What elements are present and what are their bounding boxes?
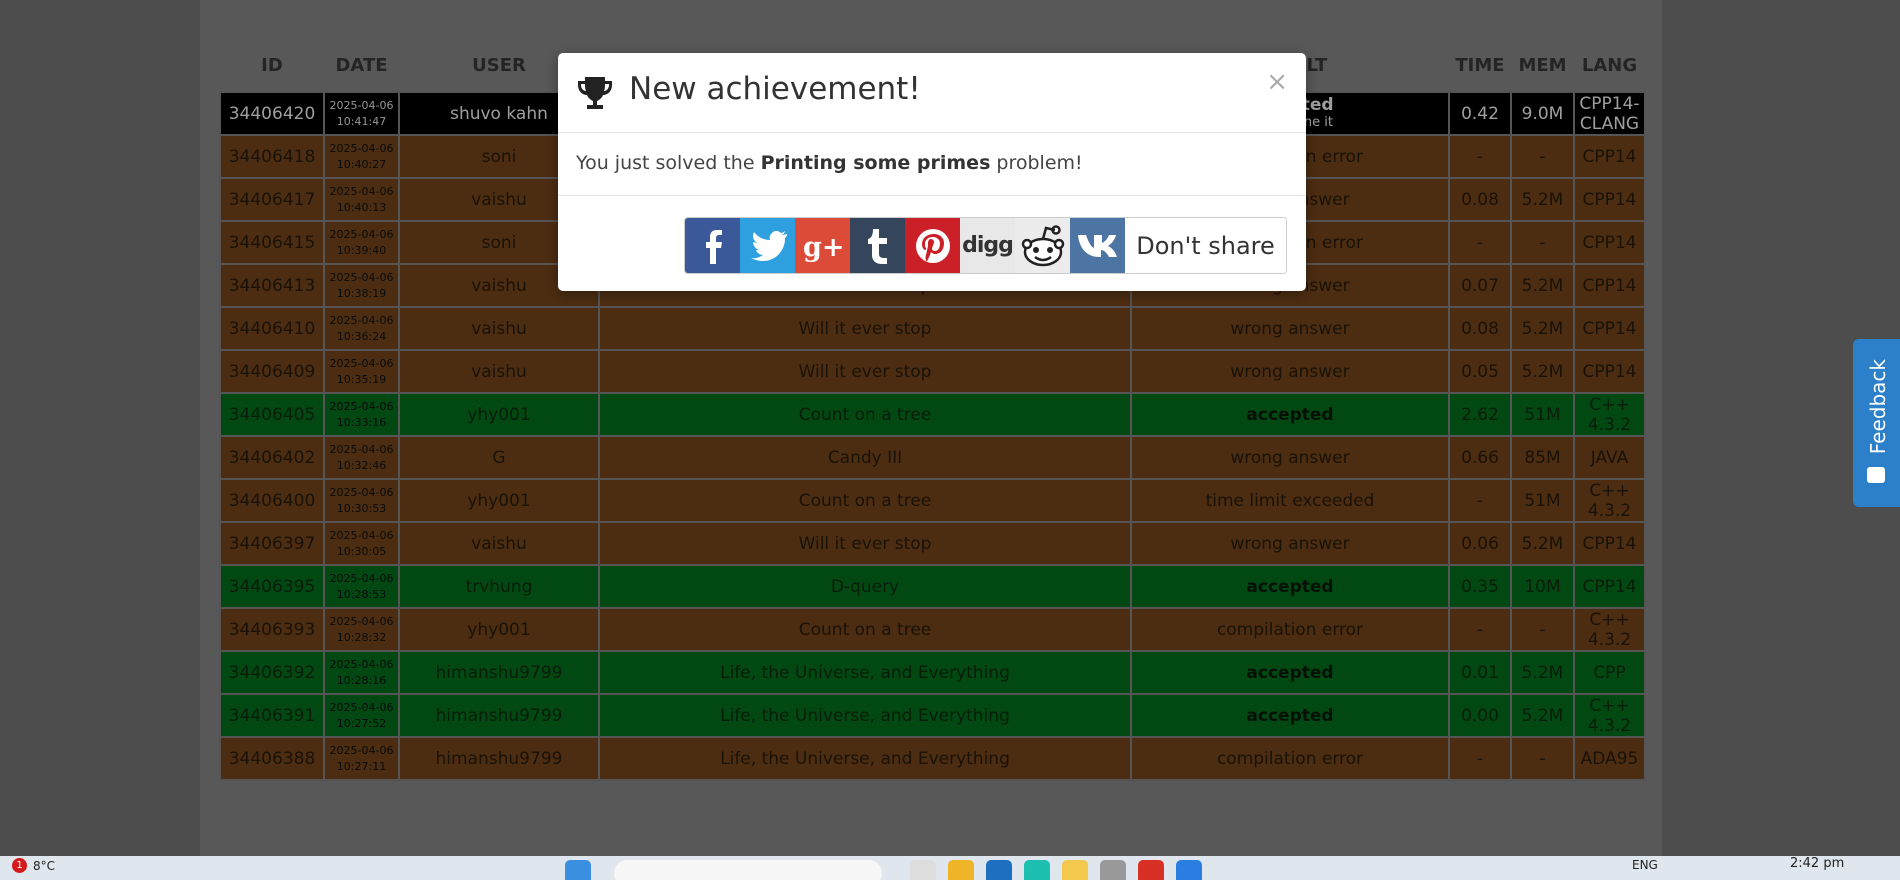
browser-icon[interactable] <box>1138 860 1164 880</box>
message-suffix: problem! <box>990 152 1083 174</box>
achievement-modal: New achievement! × You just solved the P… <box>558 53 1306 291</box>
problem-name: Printing some primes <box>760 152 991 174</box>
share-bar: g+ digg Don't share <box>684 217 1287 274</box>
tumblr-icon[interactable] <box>850 218 905 273</box>
feedback-label: Feedback <box>1866 359 1890 455</box>
clock[interactable]: 2:42 pm <box>1790 856 1844 871</box>
windows-start-icon[interactable] <box>565 860 591 880</box>
message-prefix: You just solved the <box>576 152 761 174</box>
close-icon[interactable]: × <box>1266 67 1288 97</box>
vscode-icon[interactable] <box>1176 860 1202 880</box>
facebook-icon[interactable] <box>685 218 740 273</box>
digg-icon[interactable]: digg <box>960 218 1015 273</box>
modal-title: New achievement! <box>629 71 921 107</box>
achievement-message: You just solved the Printing some primes… <box>576 152 1083 174</box>
vk-icon[interactable] <box>1070 218 1125 273</box>
dont-share-button[interactable]: Don't share <box>1125 218 1286 273</box>
file-explorer-icon[interactable] <box>948 860 974 880</box>
taskbar-pinned-apps <box>910 860 1202 880</box>
modal-header: New achievement! × <box>558 53 1306 133</box>
modal-footer: g+ digg Don't share <box>558 196 1306 292</box>
weather-temp: 8°C <box>33 858 56 873</box>
pinterest-icon[interactable] <box>905 218 960 273</box>
modal-body: You just solved the Printing some primes… <box>558 133 1306 196</box>
app-icon-2[interactable] <box>1100 860 1126 880</box>
taskbar-search[interactable] <box>614 860 882 880</box>
folder-icon[interactable] <box>1062 860 1088 880</box>
taskbar-apps <box>565 860 591 880</box>
notification-badge: 1 <box>12 858 27 873</box>
digg-label: digg <box>962 233 1014 258</box>
trophy-icon <box>576 75 614 115</box>
language-indicator[interactable]: ENG <box>1632 858 1658 872</box>
app-icon[interactable] <box>1024 860 1050 880</box>
feedback-tab[interactable]: Feedback <box>1853 339 1900 507</box>
twitter-icon[interactable] <box>740 218 795 273</box>
task-view-icon[interactable] <box>910 860 936 880</box>
feedback-icon <box>1867 467 1885 483</box>
weather-widget[interactable]: 1 8°C <box>12 858 55 873</box>
store-icon[interactable] <box>986 860 1012 880</box>
windows-taskbar: 1 8°C ENG 2:42 pm <box>0 856 1900 880</box>
reddit-icon[interactable] <box>1015 218 1070 273</box>
google-plus-icon[interactable]: g+ <box>795 218 850 273</box>
svg-text:g+: g+ <box>803 232 845 263</box>
